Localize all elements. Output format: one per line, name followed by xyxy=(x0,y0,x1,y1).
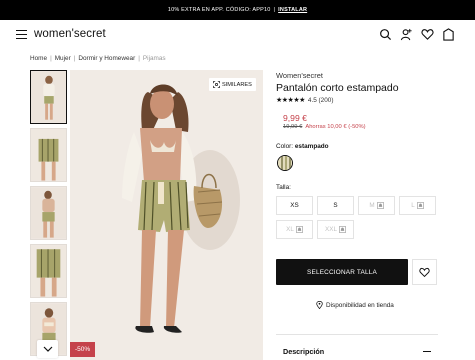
thumbnail-1[interactable] xyxy=(30,70,67,124)
similar-products-button[interactable]: SIMILARES xyxy=(209,78,256,91)
promo-banner: 10% EXTRA EN APP. CÓDIGO: APP10 | INSTAL… xyxy=(0,0,475,20)
site-header: women'secret xyxy=(0,20,475,50)
notify-icon xyxy=(295,226,303,233)
main-product-image[interactable]: SIMILARES -50% xyxy=(70,70,263,360)
rating-stars: ★★★★★ xyxy=(276,97,305,104)
store-availability-link[interactable]: Disponibilidad en tienda xyxy=(316,301,394,309)
size-option-xs[interactable]: XS xyxy=(276,196,313,215)
visual-search-icon xyxy=(213,81,220,88)
size-label: Talla: xyxy=(276,184,291,191)
breadcrumb-separator: | xyxy=(50,55,52,62)
notify-icon xyxy=(416,202,424,209)
size-xl-label: XL xyxy=(286,226,294,233)
current-price: 9,99 € xyxy=(283,113,307,123)
size-s-label: S xyxy=(333,202,338,209)
size-option-xl[interactable]: XL xyxy=(276,220,313,239)
thumbnails-scroll-down-button[interactable] xyxy=(37,340,58,358)
original-price: 19,99 € xyxy=(283,124,303,130)
search-icon[interactable] xyxy=(379,28,392,41)
product-title: Pantalón corto estampado xyxy=(276,82,399,94)
breadcrumb-separator: | xyxy=(138,55,140,62)
breadcrumb-pijamas[interactable]: Pijamas xyxy=(143,55,166,62)
product-brand: Women'secret xyxy=(276,71,323,80)
divider xyxy=(276,334,438,335)
promo-separator: | xyxy=(273,7,276,13)
product-photo xyxy=(70,70,263,360)
select-size-button[interactable]: SELECCIONAR TALLA xyxy=(276,259,408,285)
breadcrumb-separator: | xyxy=(73,55,76,62)
wishlist-icon[interactable] xyxy=(421,28,434,41)
size-option-l[interactable]: L xyxy=(399,196,436,215)
size-option-m[interactable]: M xyxy=(358,196,395,215)
add-to-wishlist-button[interactable] xyxy=(412,259,437,285)
thumbnail-4[interactable] xyxy=(30,244,67,298)
size-xs-label: XS xyxy=(290,202,299,209)
breadcrumb-mujer[interactable]: Mujer xyxy=(55,55,71,62)
savings-text: Ahorras 10,00 € (-50%) xyxy=(305,124,366,130)
similar-label: SIMILARES xyxy=(222,81,252,88)
size-option-xxl[interactable]: XXL xyxy=(317,220,354,239)
minus-icon[interactable] xyxy=(423,351,431,353)
thumbnail-3[interactable] xyxy=(30,186,67,240)
color-label-text: Color: xyxy=(276,143,294,150)
size-l-label: L xyxy=(411,202,415,209)
breadcrumb-dormir[interactable]: Dormir y Homewear xyxy=(78,55,135,62)
color-label: Color: estampado xyxy=(276,143,329,150)
bag-icon[interactable] xyxy=(442,28,455,41)
account-icon[interactable] xyxy=(400,28,413,41)
menu-icon[interactable] xyxy=(16,30,27,39)
description-toggle[interactable]: Descripción xyxy=(283,347,324,356)
size-m-label: M xyxy=(369,202,375,209)
notify-icon xyxy=(376,202,384,209)
size-option-s[interactable]: S xyxy=(317,196,354,215)
heart-icon xyxy=(419,267,430,277)
rating-value: 4.5 (200) xyxy=(307,96,334,104)
color-swatch-estampado[interactable] xyxy=(277,155,293,171)
site-logo[interactable]: women'secret xyxy=(34,28,106,40)
chevron-down-icon xyxy=(43,346,52,352)
breadcrumb: Home | Mujer | Dormir y Homewear | Pijam… xyxy=(30,55,166,62)
thumbnail-2[interactable] xyxy=(30,128,67,182)
notify-icon xyxy=(339,226,346,233)
breadcrumb-home[interactable]: Home xyxy=(30,55,47,62)
discount-badge: -50% xyxy=(70,342,96,357)
color-value: estampado xyxy=(294,143,329,150)
size-xxl-label: XXL xyxy=(325,226,337,233)
promo-text: 10% EXTRA EN APP. CÓDIGO: APP10 xyxy=(167,7,271,13)
store-availability-label: Disponibilidad en tienda xyxy=(326,301,394,309)
install-app-link[interactable]: INSTALAR xyxy=(278,7,307,13)
location-pin-icon xyxy=(316,301,323,309)
price-details: 19,99 € Ahorras 10,00 € (-50%) xyxy=(283,124,366,130)
product-rating[interactable]: ★★★★★ 4.5 (200) xyxy=(276,96,334,105)
